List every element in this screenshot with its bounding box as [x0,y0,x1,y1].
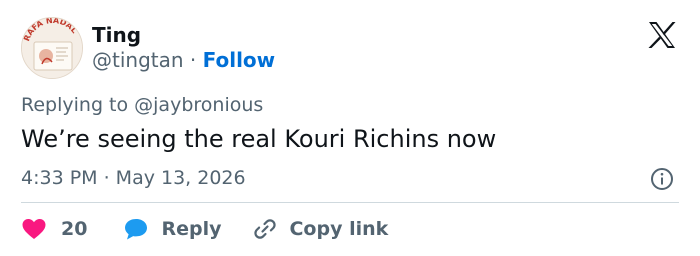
handle-row: @tingtan · Follow [92,48,275,72]
separator-dot: · [189,48,197,72]
author-handle[interactable]: @tingtan [92,48,184,72]
copy-link-label: Copy link [289,218,389,240]
divider [21,202,679,203]
replying-to[interactable]: Replying to @jaybronious [21,93,263,117]
reply-button[interactable]: Reply [123,217,221,241]
avatar[interactable]: RAFA NADAL [21,17,83,79]
reply-label: Reply [161,218,222,240]
tweet-card: RAFA NADAL Ting @tingtan · Follow Replyi… [0,0,700,256]
action-bar: 20 Reply Copy link [21,214,388,244]
heart-icon [22,219,46,239]
copy-link-button[interactable]: Copy link [251,217,388,241]
author-name[interactable]: Ting [92,23,141,47]
reply-bubble-icon [125,219,148,240]
like-button[interactable]: 20 [21,217,87,241]
x-logo-icon[interactable] [647,21,677,49]
avatar-image: RAFA NADAL [22,18,82,78]
timestamp[interactable]: 4:33 PM · May 13, 2026 [21,166,246,190]
like-count: 20 [61,218,88,240]
info-icon[interactable] [650,167,674,191]
link-icon [254,219,277,239]
tweet-text: We’re seeing the real Kouri Richins now [21,125,497,153]
follow-button[interactable]: Follow [203,48,276,72]
